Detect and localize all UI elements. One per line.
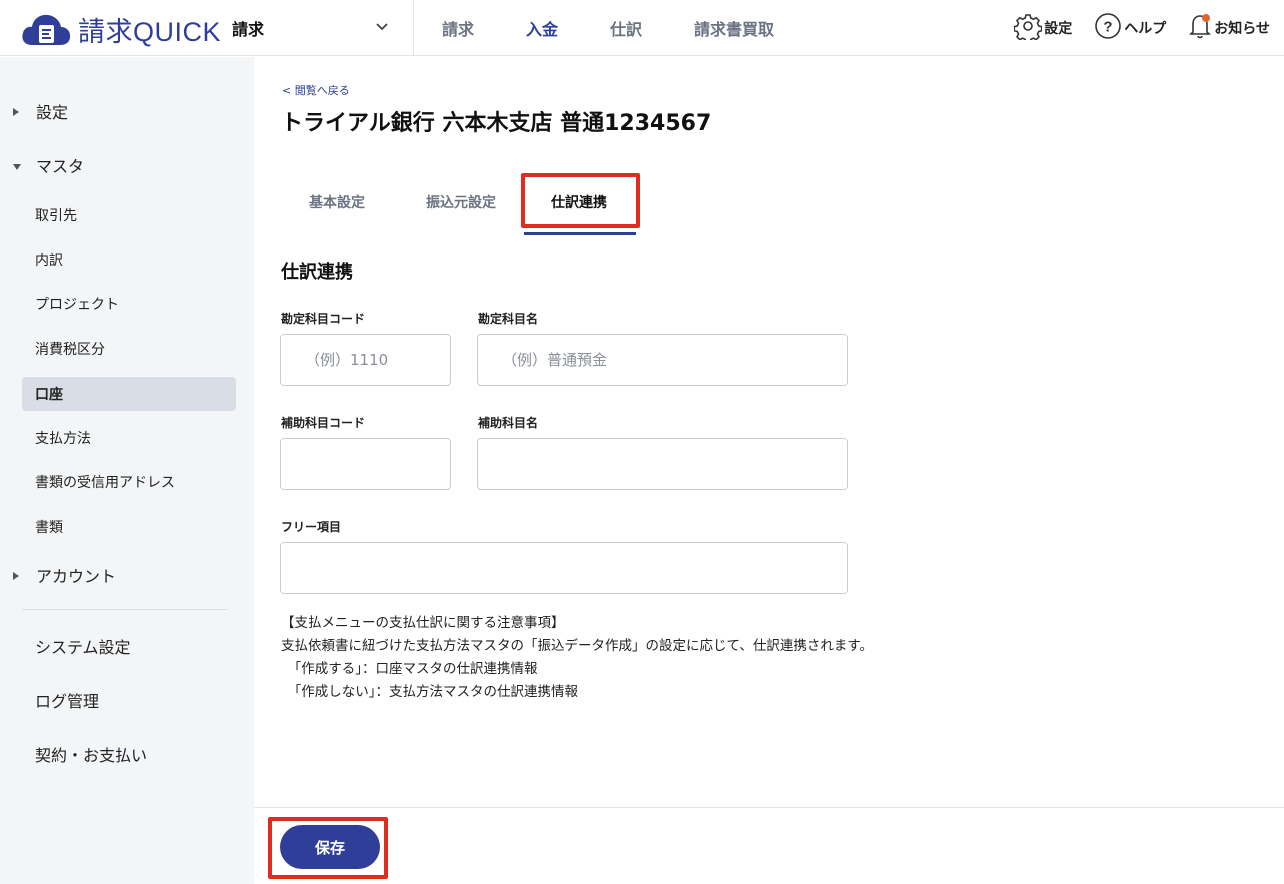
page-title: トライアル銀行 六本木支店 普通1234567 (281, 111, 712, 136)
sidebar-divider (22, 609, 228, 610)
sidebar-item-system-settings[interactable]: システム設定 (35, 634, 131, 658)
product-selector-label: 請求 (232, 20, 265, 39)
sidebar-group-settings[interactable]: 設定 (12, 99, 68, 123)
help-circle-icon: ? (1094, 12, 1124, 44)
sidebar-item-project[interactable]: プロジェクト (22, 287, 236, 321)
account-name-input[interactable] (477, 334, 848, 386)
sidebar: 設定 マスタ 取引先 内訳 プロジェクト 消費税区分 口座 支払方法 書類の受信… (0, 57, 254, 884)
sidebar-group-settings-label: 設定 (36, 103, 69, 122)
notifications-label: お知らせ (1214, 21, 1270, 37)
account-name-label: 勘定科目名 (478, 312, 539, 326)
settings-link[interactable]: 設定 (1013, 12, 1073, 44)
account-code-input[interactable] (280, 334, 451, 386)
sidebar-item-clients[interactable]: 取引先 (22, 198, 236, 232)
help-label: ヘルプ (1124, 21, 1167, 37)
top-nav-payment-received[interactable]: 入金 (526, 16, 558, 40)
active-tab-underline (524, 232, 636, 235)
highlight-box-tab (521, 173, 640, 228)
top-nav-invoice[interactable]: 請求 (442, 16, 474, 40)
gear-icon (1013, 12, 1044, 44)
top-header: 請求QUICK 請求 請求 入金 仕訳 請求書買取 設定 ? ヘルプ お知らせ (0, 0, 1284, 56)
svg-text:?: ? (1104, 19, 1113, 36)
action-footer (254, 807, 1284, 884)
top-nav-journal[interactable]: 仕訳 (610, 16, 642, 40)
top-nav-invoice-factoring[interactable]: 請求書買取 (694, 16, 774, 40)
sidebar-item-receiving-address[interactable]: 書類の受信用アドレス (22, 465, 236, 499)
notifications-link[interactable]: お知らせ (1188, 12, 1270, 44)
sidebar-item-tax-category[interactable]: 消費税区分 (22, 332, 236, 366)
notes-line-heading: 【支払メニューの支払仕訳に関する注意事項】 (281, 615, 565, 631)
bell-icon (1188, 12, 1214, 44)
sidebar-group-master[interactable]: マスタ (12, 153, 84, 177)
sidebar-group-account[interactable]: アカウント (12, 563, 116, 587)
sidebar-group-master-label: マスタ (36, 157, 85, 176)
caret-right-icon (12, 566, 22, 585)
back-to-view-link[interactable]: < 閲覧へ戻る (282, 82, 350, 98)
tab-transfer-source-settings[interactable]: 振込元設定 (406, 180, 516, 224)
chevron-down-icon (374, 18, 390, 34)
notes-line-description: 支払依頼書に紐づけた支払方法マスタの「振込データ作成」の設定に応じて、仕訳連携さ… (281, 638, 873, 654)
settings-label: 設定 (1044, 21, 1073, 37)
sub-account-name-label: 補助科目名 (478, 416, 539, 430)
sidebar-item-log-management[interactable]: ログ管理 (35, 688, 99, 712)
sidebar-item-payment-method[interactable]: 支払方法 (22, 421, 236, 455)
sidebar-group-account-label: アカウント (36, 567, 117, 586)
sidebar-item-breakdown[interactable]: 内訳 (22, 243, 236, 277)
sub-account-code-input[interactable] (280, 438, 451, 490)
highlight-box-save (268, 817, 388, 879)
header-utilities: 設定 ? ヘルプ お知らせ (992, 0, 1270, 56)
free-item-label: フリー項目 (281, 520, 342, 534)
app-logo[interactable]: 請求QUICK (20, 10, 221, 49)
sidebar-item-bank-account[interactable]: 口座 (22, 377, 236, 411)
caret-right-icon (12, 102, 22, 121)
sidebar-item-documents[interactable]: 書類 (22, 510, 236, 544)
logo-text: 請求QUICK (78, 17, 222, 47)
notes-line-create: 「作成する」：口座マスタの仕訳連携情報 (281, 661, 538, 677)
top-nav: 請求 入金 仕訳 請求書買取 (442, 0, 826, 56)
help-link[interactable]: ? ヘルプ (1094, 12, 1166, 44)
cloud-logo-icon (20, 11, 72, 49)
notes-line-not-create: 「作成しない」：支払方法マスタの仕訳連携情報 (281, 684, 578, 700)
tab-basic-settings[interactable]: 基本設定 (282, 180, 392, 224)
caret-down-icon (12, 156, 22, 175)
sub-account-name-input[interactable] (477, 438, 848, 490)
free-item-input[interactable] (280, 542, 848, 594)
account-code-label: 勘定科目コード (281, 312, 366, 326)
section-title: 仕訳連携 (281, 262, 353, 283)
product-selector[interactable]: 請求 (232, 0, 414, 56)
sub-account-code-label: 補助科目コード (281, 416, 366, 430)
payment-journal-notes: 【支払メニューの支払仕訳に関する注意事項】支払依頼書に紐づけた支払方法マスタの「… (281, 612, 873, 704)
sidebar-item-contract-billing[interactable]: 契約・お支払い (35, 742, 147, 766)
